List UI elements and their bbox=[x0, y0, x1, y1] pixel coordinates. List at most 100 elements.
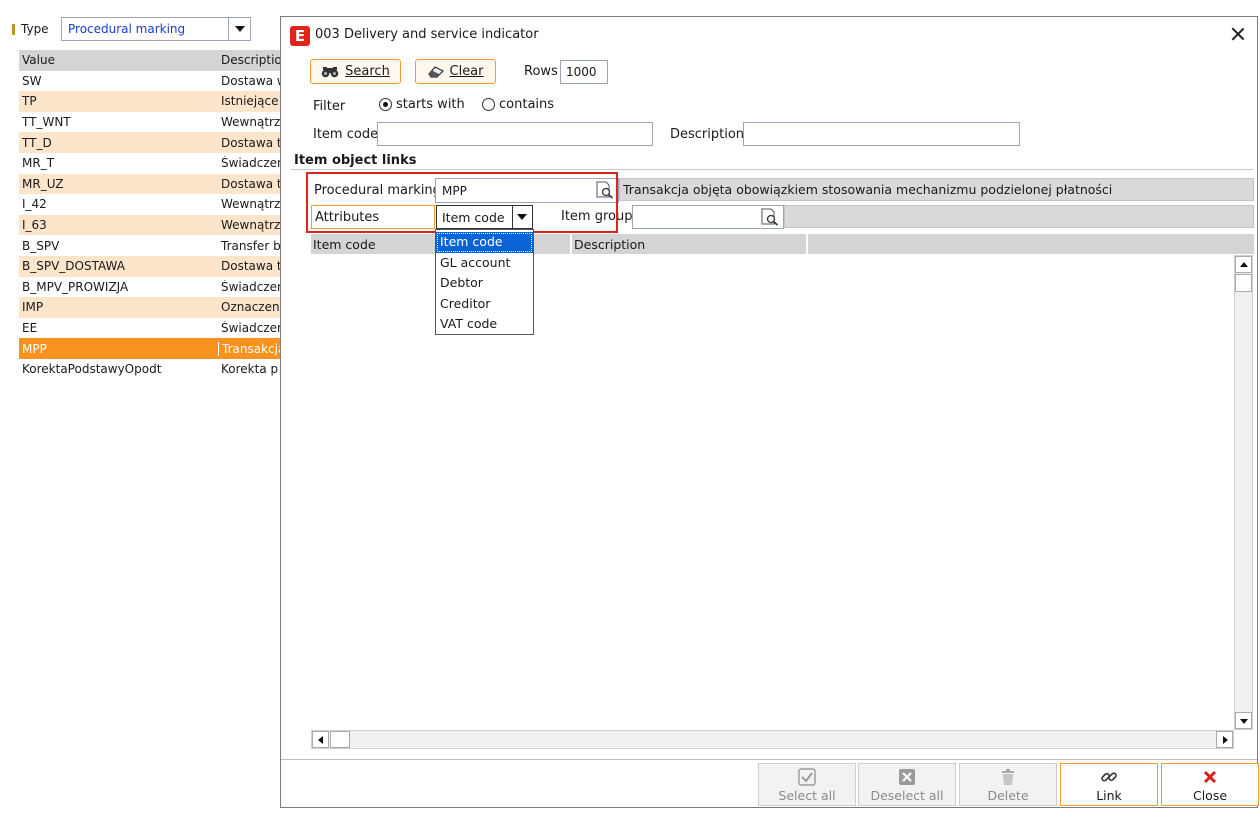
cell-value: B_SPV_DOSTAWA bbox=[22, 259, 125, 274]
section-title: Item object links bbox=[294, 153, 417, 168]
table-row[interactable]: MR_T Świadczen bbox=[19, 153, 284, 174]
type-select[interactable]: Procedural marking bbox=[61, 17, 251, 41]
app-logo-icon: E bbox=[290, 26, 310, 46]
chevron-down-icon[interactable] bbox=[512, 206, 532, 228]
footer-divider bbox=[281, 759, 1257, 760]
link-button[interactable]: Link bbox=[1060, 763, 1158, 806]
rows-input[interactable]: 1000 bbox=[560, 60, 608, 84]
item-group-description bbox=[784, 205, 1254, 228]
column-header-description[interactable]: Description bbox=[570, 234, 804, 254]
table-row[interactable]: B_SPV Transfer b bbox=[19, 235, 284, 256]
close-x-icon bbox=[1203, 770, 1217, 784]
table-row-selected[interactable]: MPP Transakcja bbox=[19, 338, 284, 359]
link-label: Link bbox=[1096, 788, 1122, 803]
chevron-down-icon[interactable] bbox=[228, 18, 250, 40]
dropdown-option[interactable]: GL account bbox=[436, 253, 533, 274]
horizontal-scrollbar[interactable] bbox=[311, 730, 1234, 749]
scroll-thumb[interactable] bbox=[330, 731, 350, 748]
deselect-all-label: Deselect all bbox=[870, 788, 944, 803]
cell-value: B_MPV_PROWIZJA bbox=[22, 279, 129, 294]
description-label: Description bbox=[670, 127, 745, 142]
cell-value: TT_D bbox=[22, 135, 52, 150]
search-button[interactable]: Search bbox=[310, 59, 401, 84]
table-row[interactable]: I_63 Wewnątrz bbox=[19, 214, 284, 236]
cell-description: Dostawa t bbox=[221, 135, 282, 150]
item-group-label: Item group bbox=[561, 209, 633, 224]
cell-description: Korekta p bbox=[221, 362, 279, 377]
type-label-text: Type bbox=[21, 22, 49, 36]
section-divider bbox=[291, 169, 1253, 170]
table-row[interactable]: EE Świadczen bbox=[19, 318, 284, 339]
table-row[interactable]: KorektaPodstawyOpodt Korekta p bbox=[19, 359, 284, 380]
column-header-filler bbox=[806, 234, 1254, 254]
cell-value: MR_T bbox=[22, 156, 55, 171]
attributes-select-value: Item code bbox=[442, 210, 505, 225]
table-row[interactable]: SW Dostawa w bbox=[19, 71, 284, 92]
dropdown-option[interactable]: Creditor bbox=[436, 294, 533, 315]
attributes-select[interactable]: Item code bbox=[436, 205, 533, 229]
link-icon bbox=[1101, 772, 1117, 782]
table-row[interactable]: B_SPV_DOSTAWA Dostawa t bbox=[19, 255, 284, 277]
select-all-label: Select all bbox=[778, 788, 836, 803]
x-box-icon bbox=[899, 769, 915, 785]
vertical-scrollbar[interactable] bbox=[1234, 255, 1253, 730]
eraser-icon bbox=[427, 65, 444, 78]
cell-value: KorektaPodstawyOpodt bbox=[22, 362, 162, 377]
dropdown-option[interactable]: Item code bbox=[436, 232, 533, 253]
delete-button[interactable]: Delete bbox=[959, 763, 1057, 806]
cell-description: Dostawa t bbox=[221, 259, 282, 274]
table-row[interactable]: B_MPV_PROWIZJA Świadczen bbox=[19, 277, 284, 298]
trash-icon bbox=[1002, 769, 1014, 785]
deselect-all-button[interactable]: Deselect all bbox=[858, 763, 956, 806]
delete-label: Delete bbox=[987, 788, 1029, 803]
close-icon[interactable] bbox=[1229, 25, 1247, 43]
cell-value: MR_UZ bbox=[22, 176, 64, 191]
cell-value: EE bbox=[22, 321, 38, 336]
cell-value: TP bbox=[22, 94, 37, 109]
lookup-icon[interactable] bbox=[760, 208, 780, 226]
scroll-down-icon[interactable] bbox=[1235, 712, 1252, 729]
table-row[interactable]: IMP Oznaczeni bbox=[19, 297, 284, 318]
dropdown-option[interactable]: Debtor bbox=[436, 273, 533, 294]
cell-value: I_42 bbox=[22, 197, 47, 212]
clear-button[interactable]: Clear bbox=[415, 59, 496, 84]
close-button[interactable]: Close bbox=[1161, 763, 1259, 806]
item-code-input[interactable] bbox=[377, 122, 653, 146]
table-row[interactable]: MR_UZ Dostawa t bbox=[19, 173, 284, 195]
scroll-up-icon[interactable] bbox=[1235, 256, 1252, 273]
radio-unchecked-icon bbox=[482, 98, 495, 111]
scroll-left-icon[interactable] bbox=[312, 731, 329, 748]
type-select-value: Procedural marking bbox=[68, 22, 186, 36]
item-code-label: Item code bbox=[313, 127, 379, 142]
cell-description: Wewnątrz bbox=[221, 197, 281, 212]
close-label: Close bbox=[1192, 788, 1228, 803]
scroll-right-icon[interactable] bbox=[1216, 731, 1233, 748]
filter-label: Filter bbox=[313, 99, 346, 114]
description-input[interactable] bbox=[743, 122, 1020, 146]
dropdown-option[interactable]: VAT code bbox=[436, 314, 533, 335]
cell-value: SW bbox=[22, 73, 42, 88]
select-all-button[interactable]: Select all bbox=[758, 763, 856, 806]
cell-value: B_SPV bbox=[22, 238, 60, 253]
dialog-title: 003 Delivery and service indicator bbox=[315, 27, 539, 42]
values-table: Value Descriptio SW Dostawa w TP Istniejąc… bbox=[19, 50, 284, 380]
table-row[interactable]: I_42 Wewnątrz bbox=[19, 194, 284, 215]
scroll-thumb[interactable] bbox=[1235, 274, 1252, 292]
column-header-description[interactable]: Descriptio bbox=[218, 53, 284, 68]
table-row[interactable]: TT_WNT Wewnątrz bbox=[19, 112, 284, 133]
cell-description: Świadczen bbox=[221, 156, 284, 171]
lookup-icon[interactable] bbox=[595, 181, 615, 199]
procedural-marking-description: Transakcja objęta obowiązkiem stosowania… bbox=[619, 178, 1254, 201]
cell-value: MPP bbox=[22, 341, 47, 356]
table-row[interactable]: TP Istniejące bbox=[19, 91, 284, 112]
filter-starts-with-radio[interactable]: starts with bbox=[379, 97, 465, 112]
cell-value: I_63 bbox=[22, 218, 47, 233]
attributes-label: Attributes bbox=[311, 205, 435, 229]
filter-contains-radio[interactable]: contains bbox=[482, 97, 554, 112]
table-header: Value Descriptio bbox=[19, 50, 284, 71]
binoculars-icon bbox=[321, 66, 339, 77]
table-row[interactable]: TT_D Dostawa t bbox=[19, 132, 284, 153]
cell-description: Świadczen bbox=[221, 279, 284, 294]
procedural-marking-input[interactable]: MPP bbox=[435, 178, 619, 203]
column-header-value[interactable]: Value bbox=[19, 53, 218, 68]
